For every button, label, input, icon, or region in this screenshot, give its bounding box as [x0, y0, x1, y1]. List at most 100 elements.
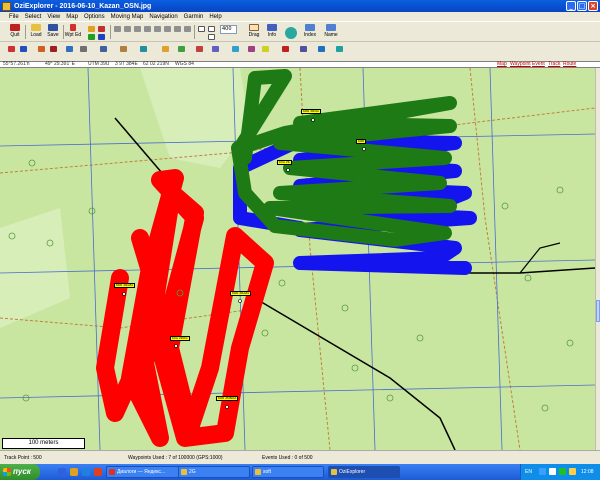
system-tray: EN 12:08 — [520, 464, 600, 480]
waypoint-label[interactable]: KOR 2RAZA — [230, 291, 252, 296]
quicklaunch-icon[interactable] — [94, 468, 102, 476]
name-search-icon-2[interactable] — [212, 46, 219, 52]
quit-button[interactable]: Quit — [7, 24, 23, 39]
range-icon[interactable] — [162, 46, 169, 52]
vertical-scrollbar[interactable] — [595, 68, 600, 450]
tab-waypoint[interactable]: Waypoint — [510, 62, 531, 67]
index-button[interactable]: Index — [302, 24, 318, 39]
funnel-icon[interactable] — [336, 46, 343, 52]
toolbar-main: Quit Load Save Wpt Ed 400 Drag Info Inde… — [0, 21, 600, 41]
projection-icon[interactable] — [232, 46, 239, 52]
tab-map[interactable]: Map — [497, 62, 507, 67]
measure-icon[interactable] — [140, 46, 147, 52]
minimize-button[interactable]: _ — [566, 1, 576, 11]
folder-icon — [255, 469, 261, 475]
proximity-icon[interactable] — [178, 46, 185, 52]
settings-icon[interactable] — [300, 46, 307, 52]
search-icon[interactable] — [196, 46, 203, 52]
utm-zone-readout: UTM 39U — [88, 61, 110, 67]
events-used-status: Events Used : 0 of 500 — [262, 455, 313, 461]
tray-app-icon[interactable] — [569, 468, 576, 475]
latitude-readout: 55°57.261'n — [3, 61, 30, 67]
tool-icon-7[interactable] — [174, 26, 181, 32]
menu-select[interactable]: Select — [25, 14, 42, 20]
task-browser[interactable]: Диалоги — Яндекс... — [106, 466, 184, 478]
wpt-edit-button[interactable]: Wpt Ed — [65, 24, 81, 39]
task-folder-2g[interactable]: 2G — [178, 466, 250, 478]
tab-event[interactable]: Event — [532, 62, 545, 67]
name-button[interactable]: Name — [323, 24, 339, 39]
drag-button[interactable]: Drag — [246, 24, 262, 39]
waypoints-used-status: Waypoints Used : 7 of 100000 (GPS:1000) — [128, 455, 223, 461]
task-oziexplorer[interactable]: OziExplorer — [328, 466, 400, 478]
zoom-in-icon[interactable] — [208, 26, 215, 32]
network-icon[interactable] — [539, 468, 546, 475]
route-add-icon[interactable] — [38, 46, 45, 52]
tool-icon-6[interactable] — [164, 26, 171, 32]
waypoint-label[interactable]: KOR — [356, 139, 367, 144]
tab-route[interactable]: Route — [563, 62, 576, 67]
waypoint-label[interactable]: KOR 2RAZA — [114, 283, 136, 288]
event-add-icon[interactable] — [66, 46, 73, 52]
easting-readout: 3 97 384E — [115, 61, 138, 67]
quicklaunch-icon[interactable] — [82, 468, 90, 476]
map-view[interactable]: KOR 2ROG KVA 2b KOR 2RAZA KOR 2RAZA KOR … — [0, 68, 595, 450]
menu-moving-map[interactable]: Moving Map — [111, 14, 144, 20]
track-icon[interactable] — [88, 34, 95, 40]
menu-map[interactable]: Map — [66, 14, 78, 20]
waypoint-icon — [70, 24, 76, 31]
wpt-move-icon[interactable] — [20, 46, 27, 52]
route-move-icon[interactable] — [50, 46, 57, 52]
wpt-add-icon[interactable] — [8, 46, 15, 52]
task-folder-soft[interactable]: soft — [252, 466, 324, 478]
load-button[interactable]: Load — [28, 24, 44, 39]
tool-icon-2[interactable] — [124, 26, 131, 32]
tool-icon-8[interactable] — [184, 26, 191, 32]
menu-navigation[interactable]: Navigation — [149, 14, 177, 20]
menu-options[interactable]: Options — [84, 14, 105, 20]
menu-file[interactable]: File — [9, 14, 19, 20]
status-bar: Track Point : 500 Waypoints Used : 7 of … — [0, 450, 600, 464]
tool-icon-4[interactable] — [144, 26, 151, 32]
info-button[interactable]: Info — [264, 24, 280, 39]
tab-track[interactable]: Track — [548, 62, 560, 67]
route-icon[interactable] — [88, 26, 95, 32]
track-move-icon[interactable] — [120, 46, 127, 52]
save-button[interactable]: Save — [45, 24, 61, 39]
track-add-icon[interactable] — [100, 46, 107, 52]
zoom-select[interactable]: 400 — [220, 25, 237, 34]
waypoint-label[interactable]: KOR 2ROG — [301, 109, 321, 114]
name-search-icon — [326, 24, 336, 31]
menu-view[interactable]: View — [47, 14, 60, 20]
menu-bar: File Select View Map Options Moving Map … — [0, 12, 600, 21]
clear-icon[interactable] — [282, 46, 289, 52]
event-icon[interactable] — [98, 26, 105, 32]
tool-icon-5[interactable] — [154, 26, 161, 32]
close-button[interactable]: × — [588, 1, 598, 11]
language-indicator[interactable]: EN — [525, 469, 532, 475]
zoom-out-icon[interactable] — [208, 34, 215, 40]
navigate-arrows-icon[interactable] — [285, 27, 297, 39]
browser-icon — [109, 469, 115, 475]
start-button[interactable]: пуск — [0, 464, 40, 480]
waypoint-label[interactable]: KVA 2b — [277, 160, 292, 165]
camera-icon[interactable] — [318, 46, 325, 52]
waypoint-label[interactable]: KOR 2MNOA — [216, 396, 239, 401]
wpt-list-icon[interactable] — [262, 46, 269, 52]
altitude-icon[interactable] — [248, 46, 255, 52]
clock: 12:08 — [581, 469, 594, 475]
menu-help[interactable]: Help — [209, 14, 221, 20]
waypoint-label[interactable]: KVA 2ROG — [170, 336, 190, 341]
grid-icon[interactable] — [98, 34, 105, 40]
security-icon[interactable] — [559, 468, 566, 475]
tool-icon-3[interactable] — [134, 26, 141, 32]
tool-icon-1[interactable] — [114, 26, 121, 32]
event-move-icon[interactable] — [80, 46, 87, 52]
maximize-button[interactable]: □ — [577, 1, 587, 11]
volume-icon[interactable] — [549, 468, 556, 475]
menu-garmin[interactable]: Garmin — [184, 14, 204, 20]
quicklaunch-icon[interactable] — [70, 468, 78, 476]
scrollbar-thumb[interactable] — [596, 300, 600, 322]
magnifier-icon[interactable] — [198, 26, 205, 32]
quicklaunch-icon[interactable] — [58, 468, 66, 476]
